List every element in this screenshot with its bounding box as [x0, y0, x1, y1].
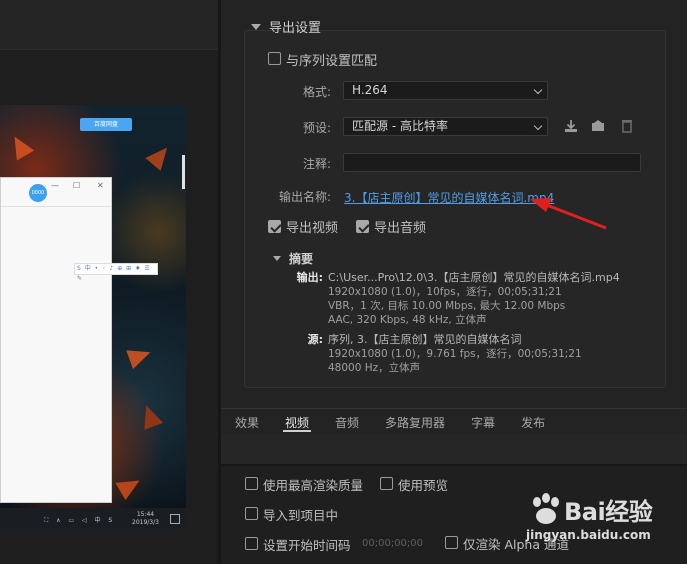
taskbar-clock: 15:44 2019/3/3: [132, 511, 159, 527]
set-start-timecode-label: 设置开始时间码: [263, 538, 351, 553]
max-render-quality-label: 使用最高渲染质量: [263, 478, 364, 493]
embedded-window: 0000 — ☐ ✕: [0, 177, 112, 503]
import-to-project-checkbox[interactable]: [245, 507, 258, 520]
tab-multiplexer[interactable]: 多路复用器: [385, 409, 445, 434]
summary-title: 摘要: [289, 252, 314, 266]
source-summary-line: 序列, 3.【店主原创】常见的自媒体名词: [328, 333, 522, 346]
comment-input[interactable]: [343, 153, 641, 172]
import-preset-icon[interactable]: [590, 118, 606, 134]
baidu-paw-logo: [533, 493, 559, 524]
chevron-down-icon: [533, 85, 543, 95]
format-value: H.264: [352, 83, 388, 97]
source-key: 源:: [307, 333, 323, 346]
output-summary-line: VBR，1 次, 目标 10.00 Mbps, 最大 12.00 Mbps: [328, 300, 566, 312]
minimize-icon: —: [51, 181, 59, 190]
save-preset-icon[interactable]: [563, 118, 579, 134]
export-video-checkbox[interactable]: [268, 220, 281, 233]
taskbar: ⛶ ∧ ▭ ◁ 中 S 15:44 2019/3/3: [0, 508, 186, 530]
watermark-domain: jingyan.baidu.com: [526, 528, 651, 542]
preview-toolbar: [0, 0, 218, 50]
collapse-triangle-icon[interactable]: [273, 256, 281, 261]
tab-audio[interactable]: 音频: [335, 409, 359, 434]
match-sequence-label: 与序列设置匹配: [286, 54, 378, 69]
preset-value: 匹配源 - 高比特率: [352, 119, 448, 133]
output-summary-line: AAC, 320 Kbps, 48 kHz, 立体声: [328, 314, 487, 326]
export-audio-checkbox[interactable]: [356, 220, 369, 233]
export-audio-label: 导出音频: [374, 221, 427, 236]
import-to-project-label: 导入到项目中: [263, 508, 339, 523]
tab-video[interactable]: 视频: [283, 409, 312, 434]
output-summary-line: C:\User...Pro\12.0\3.【店主原创】常见的自媒体名词.mp4: [328, 271, 620, 284]
notification-icon: [170, 514, 180, 524]
taskbar-tray-icons: ⛶ ∧ ▭ ◁ 中 S: [44, 517, 116, 524]
output-name-link[interactable]: 3.【店主原创】常见的自媒体名词.mp4: [344, 189, 554, 206]
taskbar-date: 2019/3/3: [132, 519, 159, 526]
export-settings-header[interactable]: 导出设置: [251, 17, 321, 36]
source-summary-line: 1920x1080 (1.0)，9.761 fps，逐行，00;05;31;21: [328, 348, 582, 360]
render-alpha-only-checkbox[interactable]: [445, 536, 458, 549]
collapse-triangle-icon[interactable]: [251, 23, 261, 30]
source-summary-line: 48000 Hz，立体声: [328, 362, 421, 374]
start-timecode-value[interactable]: 00;00;00;00: [362, 538, 423, 549]
preset-label: 预设:: [302, 121, 331, 135]
preset-dropdown[interactable]: 匹配源 - 高比特率: [343, 117, 548, 136]
tab-captions[interactable]: 字幕: [471, 409, 495, 434]
output-name-label: 输出名称:: [278, 190, 331, 204]
ime-toolbar: S 中 • ◦ ♪ ⊕ ⊞ ♦ ☰ ✎: [74, 263, 158, 282]
tab-publish[interactable]: 发布: [521, 409, 545, 434]
tab-effects[interactable]: 效果: [235, 409, 259, 434]
section-title: 导出设置: [269, 21, 322, 36]
format-dropdown[interactable]: H.264: [343, 81, 548, 100]
set-start-timecode-checkbox[interactable]: [245, 537, 258, 550]
baidu-jingyan-watermark: Bai经验 jingyan.baidu.com: [520, 488, 685, 548]
summary-header[interactable]: 摘要: [273, 250, 313, 267]
baidu-netdisk-button: 百度网盘: [80, 118, 132, 131]
taskbar-time: 15:44: [136, 511, 155, 518]
comment-label: 注释:: [302, 157, 331, 171]
preview-panel: 百度网盘 0000 — ☐ ✕ S 中 • ◦ ♪ ⊕ ⊞ ♦ ☰ ✎ ⛶ ∧ …: [0, 0, 218, 564]
output-key: 输出:: [296, 271, 323, 284]
source-preview: 百度网盘 0000 — ☐ ✕ S 中 • ◦ ♪ ⊕ ⊞ ♦ ☰ ✎ ⛶ ∧ …: [0, 105, 186, 530]
tab-content-area: [221, 434, 687, 464]
delete-preset-icon[interactable]: [619, 118, 635, 134]
window-divider: [1, 206, 111, 207]
export-video-label: 导出视频: [286, 221, 339, 236]
chevron-down-icon: [533, 121, 543, 131]
window-avatar: 0000: [29, 184, 47, 202]
maximize-icon: ☐: [73, 181, 81, 190]
max-render-quality-checkbox[interactable]: [245, 477, 258, 490]
output-summary-line: 1920x1080 (1.0)，10fps，逐行，00;05;31;21: [328, 286, 562, 298]
settings-tabs: 效果 视频 音频 多路复用器 字幕 发布: [221, 408, 687, 434]
watermark-brand: Bai经验: [564, 498, 653, 526]
close-icon: ✕: [97, 181, 104, 190]
match-sequence-checkbox[interactable]: [268, 52, 281, 65]
use-preview-label: 使用预览: [398, 478, 449, 493]
use-preview-checkbox[interactable]: [380, 477, 393, 490]
preview-scroll-handle[interactable]: [182, 155, 185, 189]
export-settings-panel: 导出设置 与序列设置匹配 格式: H.264 预设: 匹配源 - 高比特率 注释…: [221, 0, 687, 564]
format-label: 格式:: [302, 85, 331, 99]
